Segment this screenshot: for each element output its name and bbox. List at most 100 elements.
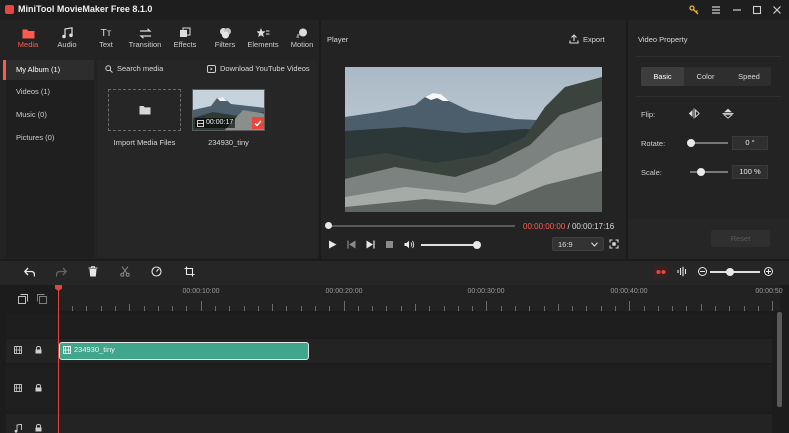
tab-color[interactable]: Color — [684, 67, 727, 86]
flip-horizontal-button[interactable] — [688, 108, 700, 119]
time-display: 00:00:00:00 / 00:00:17:16 — [523, 222, 614, 231]
previous-frame-button[interactable] — [347, 240, 356, 249]
tab-text[interactable]: Tт Text — [85, 26, 127, 54]
tab-elements[interactable]: Elements — [242, 26, 284, 54]
video-track-icon — [14, 384, 22, 392]
download-youtube-button[interactable]: Download YouTube Videos — [207, 64, 310, 73]
album-item-music[interactable]: Music (0) — [6, 105, 94, 125]
search-icon — [105, 64, 113, 73]
film-icon — [63, 345, 71, 354]
redo-button[interactable] — [56, 267, 67, 277]
track-lock-icon[interactable] — [35, 384, 42, 392]
video-preview — [345, 67, 602, 212]
tab-label: Media — [17, 40, 39, 49]
key-icon[interactable] — [687, 3, 701, 17]
tab-transition[interactable]: Transition — [124, 26, 166, 54]
tab-media[interactable]: Media — [7, 26, 49, 54]
volume-slider-knob[interactable] — [473, 241, 481, 249]
tab-label: Transition — [128, 40, 162, 49]
export-icon — [569, 34, 579, 44]
volume-slider[interactable] — [421, 244, 477, 246]
search-media[interactable]: Search media — [105, 64, 163, 73]
scale-value[interactable]: 100 % — [732, 165, 768, 179]
timeline-clip[interactable]: 234930_tiny — [59, 342, 309, 360]
time-separator: / — [565, 222, 572, 231]
volume-icon[interactable] — [404, 240, 415, 249]
play-button[interactable] — [328, 240, 337, 249]
ruler-label: 00:00:30:00 — [467, 288, 505, 295]
reset-button[interactable]: Reset — [711, 230, 770, 247]
menu-icon[interactable] — [709, 3, 723, 17]
media-clip-name: 234930_tiny — [208, 138, 249, 147]
property-divider — [636, 56, 781, 57]
flip-label: Flip: — [641, 110, 656, 119]
property-title: Video Property — [638, 35, 688, 44]
import-media-button[interactable] — [108, 89, 181, 131]
tab-label: Elements — [247, 40, 279, 49]
rotate-value[interactable]: 0 ° — [732, 136, 768, 150]
zoom-out-button[interactable] — [698, 267, 707, 276]
scale-slider-knob[interactable] — [697, 168, 705, 176]
zoom-slider-knob[interactable] — [726, 268, 734, 276]
ruler-label: 00:00:10:00 — [182, 288, 220, 295]
fullscreen-icon[interactable] — [609, 239, 619, 249]
audio-waveform-icon[interactable] — [677, 266, 687, 277]
track-lock-icon[interactable] — [35, 424, 42, 432]
tab-label: Audio — [57, 40, 77, 49]
tab-label: Text — [99, 40, 113, 49]
music-track-icon — [14, 424, 22, 433]
export-label: Export — [583, 34, 605, 44]
stop-button[interactable] — [386, 241, 393, 248]
tab-effects[interactable]: Effects — [164, 26, 206, 54]
zoom-in-button[interactable] — [764, 267, 773, 276]
scale-slider[interactable] — [690, 171, 728, 173]
copy-track-icon[interactable] — [37, 294, 47, 304]
timeline-scrollbar[interactable] — [777, 312, 782, 407]
flip-vertical-button[interactable] — [722, 108, 734, 119]
tab-filters[interactable]: Filters — [204, 26, 246, 54]
minimize-button[interactable] — [730, 3, 744, 17]
aspect-ratio-select[interactable]: 16:9 — [552, 237, 604, 251]
playhead[interactable] — [58, 285, 59, 433]
audio-track[interactable] — [6, 414, 772, 433]
timeline-ruler[interactable]: 00:00:10:00 00:00:20:00 00:00:30:00 00:0… — [58, 285, 783, 311]
close-button[interactable] — [770, 3, 784, 17]
time-total: 00:00:17:16 — [571, 222, 615, 231]
speed-icon[interactable] — [151, 266, 162, 277]
zoom-slider[interactable] — [710, 271, 760, 273]
maximize-button[interactable] — [750, 3, 764, 17]
rotate-slider[interactable] — [690, 142, 728, 144]
delete-icon[interactable] — [88, 266, 98, 277]
rotate-slider-knob[interactable] — [687, 139, 695, 147]
app-logo — [5, 5, 14, 14]
tab-speed[interactable]: Speed — [727, 67, 771, 86]
tab-basic[interactable]: Basic — [641, 67, 684, 86]
search-media-label: Search media — [117, 64, 164, 73]
add-track-icon[interactable] — [18, 294, 28, 304]
album-active-indicator — [3, 60, 6, 80]
tab-audio[interactable]: Audio — [46, 26, 88, 54]
aspect-ratio-value: 16:9 — [558, 239, 573, 249]
track-lock-icon[interactable] — [35, 346, 42, 354]
app-title: MiniTool MovieMaker Free 8.1.0 — [18, 4, 153, 14]
tab-label: Filters — [214, 40, 236, 49]
video-track-2[interactable] — [6, 365, 772, 411]
snap-toggle[interactable] — [654, 266, 668, 278]
split-icon[interactable] — [120, 266, 130, 277]
crop-icon[interactable] — [184, 266, 195, 277]
album-list: My Album (1) Videos (1) Music (0) Pictur… — [6, 60, 94, 258]
youtube-icon — [207, 64, 216, 73]
ruler-label: 00:00:50 — [755, 288, 783, 295]
undo-button[interactable] — [24, 267, 35, 277]
album-item-videos[interactable]: Videos (1) — [6, 82, 94, 102]
timeline-toolbar — [0, 261, 789, 285]
tab-motion[interactable]: Motion — [281, 26, 323, 54]
export-button[interactable]: Export — [569, 34, 605, 44]
download-youtube-label: Download YouTube Videos — [220, 64, 310, 73]
album-item-pictures[interactable]: Pictures (0) — [6, 128, 94, 148]
album-item-my-album[interactable]: My Album (1) — [6, 60, 94, 80]
playback-progress-knob[interactable] — [325, 222, 332, 229]
added-check-icon — [252, 117, 264, 129]
playback-progress[interactable] — [327, 225, 515, 227]
next-frame-button[interactable] — [366, 240, 375, 249]
